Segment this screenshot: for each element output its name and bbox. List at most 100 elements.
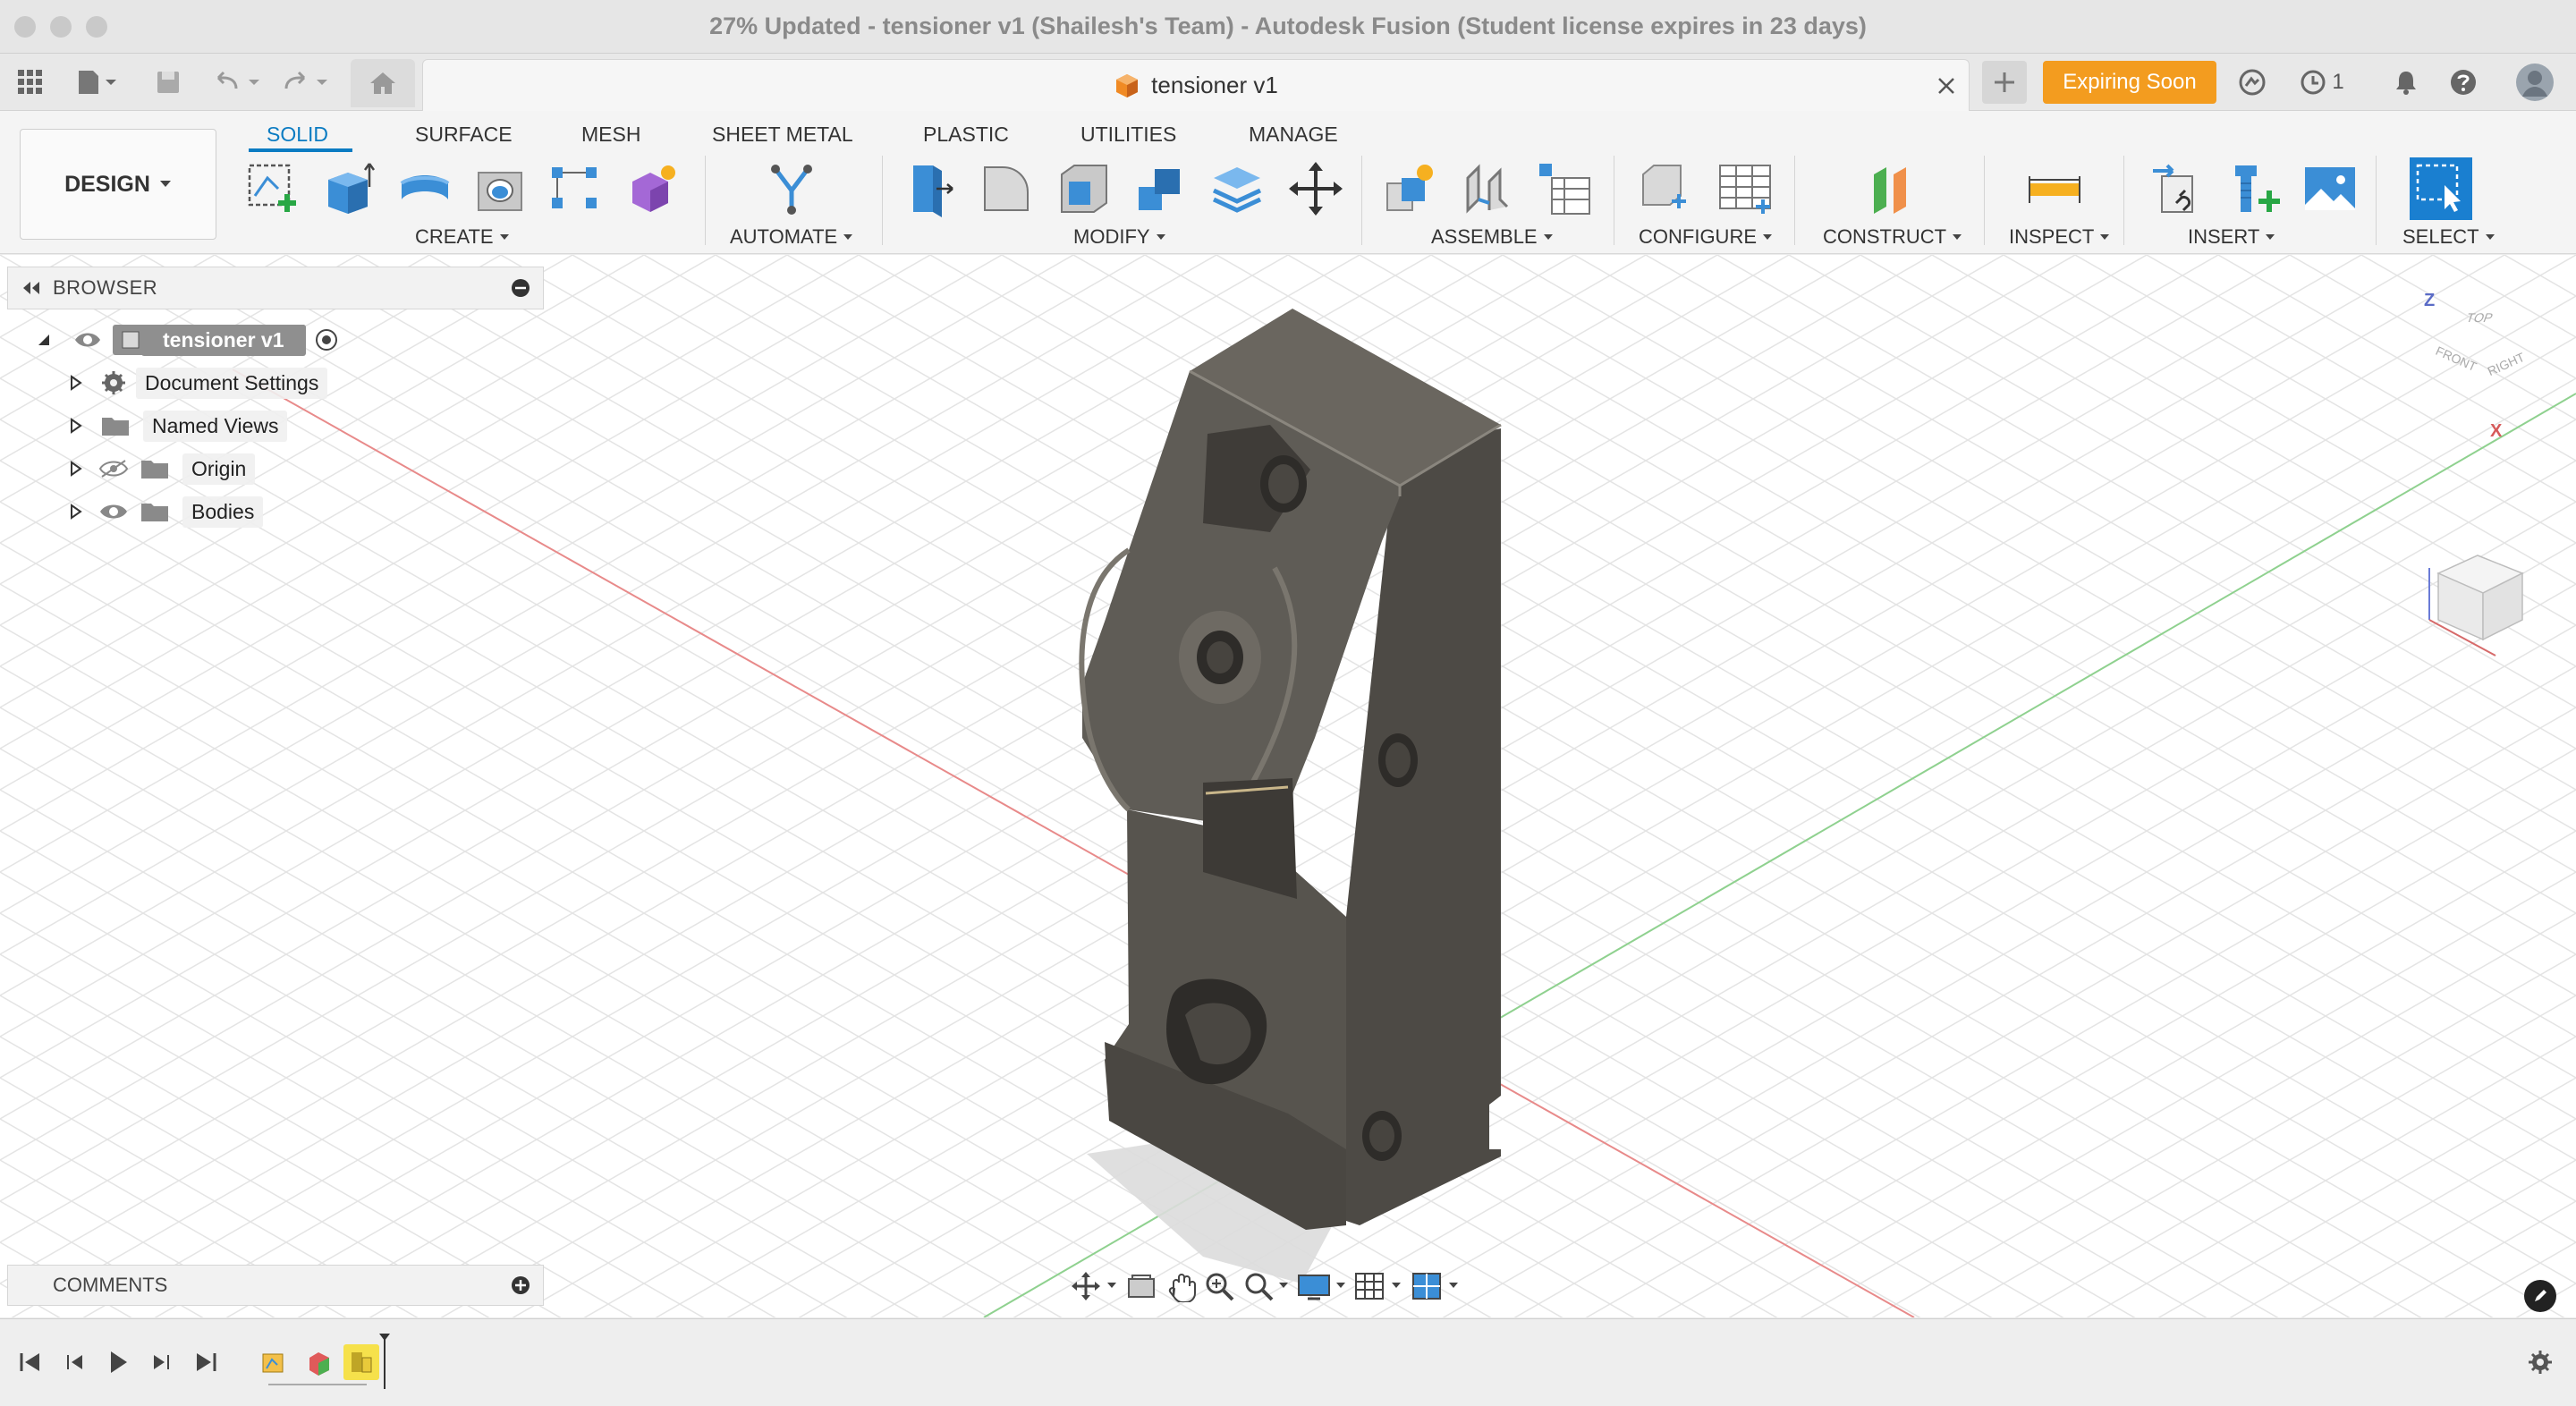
document-tab[interactable]: tensioner v1 — [422, 59, 1970, 111]
offset-face-icon[interactable] — [1206, 157, 1268, 220]
document-tab-label: tensioner v1 — [1151, 72, 1278, 98]
inspect-group-label[interactable]: INSPECT — [2009, 224, 2110, 250]
help-icon[interactable] — [2444, 63, 2483, 102]
browser-item-document-settings[interactable]: Document Settings — [68, 365, 328, 401]
tab-solid[interactable]: SOLID — [267, 116, 328, 152]
tab-utilities[interactable]: UTILITIES — [1080, 116, 1176, 152]
expand-triangle-icon[interactable] — [68, 375, 84, 391]
file-menu-icon[interactable] — [72, 63, 125, 102]
feedback-icon[interactable] — [2524, 1280, 2556, 1312]
timeline-last-icon[interactable] — [188, 1344, 224, 1380]
new-tab-plus-icon[interactable] — [1982, 61, 2027, 104]
automate-group-label[interactable]: AUTOMATE — [730, 224, 853, 250]
expanded-triangle-icon[interactable] — [36, 332, 52, 348]
timeline-settings-gear-icon[interactable] — [2522, 1344, 2558, 1380]
timeline-feature-current-icon[interactable] — [343, 1344, 379, 1380]
grid-settings-icon[interactable] — [1352, 1270, 1406, 1302]
redo-icon[interactable] — [279, 63, 333, 102]
zoom-icon[interactable] — [1202, 1270, 1238, 1302]
pan-hand-icon[interactable] — [1163, 1270, 1199, 1302]
assemble-group-label[interactable]: ASSEMBLE — [1431, 224, 1554, 250]
view-cube-top-face[interactable]: TOP — [2464, 310, 2495, 325]
expand-triangle-icon[interactable] — [68, 504, 84, 520]
timeline-feature-extrude-icon[interactable] — [304, 1344, 335, 1380]
canvas-image-icon[interactable] — [2299, 157, 2361, 220]
timeline-marker[interactable] — [379, 1334, 390, 1389]
extrude-icon[interactable] — [317, 157, 379, 220]
insert-group-label[interactable]: INSERT — [2188, 224, 2275, 250]
fillet-icon[interactable] — [975, 157, 1038, 220]
browser-options-icon[interactable] — [511, 278, 530, 298]
configuration-table-icon[interactable] — [1714, 157, 1776, 220]
configure-design-icon[interactable] — [1633, 157, 1696, 220]
move-copy-icon[interactable] — [1284, 157, 1347, 220]
look-at-icon[interactable] — [1123, 1270, 1159, 1302]
joint-icon[interactable] — [1456, 157, 1519, 220]
select-group-label[interactable]: SELECT — [2402, 224, 2496, 250]
construct-group-label[interactable]: CONSTRUCT — [1823, 224, 1962, 250]
create-form-icon[interactable] — [621, 157, 683, 220]
tab-sheet-metal[interactable]: SHEET METAL — [712, 116, 853, 152]
hole-icon[interactable] — [469, 157, 531, 220]
insert-derive-icon[interactable] — [2147, 157, 2209, 220]
workspace-switcher[interactable]: DESIGN — [20, 129, 216, 240]
tab-plastic[interactable]: PLASTIC — [923, 116, 1009, 152]
orbit-icon[interactable] — [1070, 1270, 1120, 1302]
expand-triangle-icon[interactable] — [68, 461, 84, 477]
extensions-icon[interactable] — [2233, 63, 2272, 102]
canvas-viewport[interactable]: Z X TOP FRONT RIGHT — [0, 255, 2576, 1317]
browser-item-bodies[interactable]: Bodies — [68, 494, 264, 529]
automate-icon[interactable] — [760, 157, 823, 220]
timeline-first-icon[interactable] — [13, 1344, 48, 1380]
expand-triangle-icon[interactable] — [68, 418, 84, 434]
browser-item-named-views[interactable]: Named Views — [68, 408, 288, 444]
modify-group-label[interactable]: MODIFY — [1073, 224, 1166, 250]
offset-plane-icon[interactable] — [1860, 157, 1923, 220]
browser-root-node[interactable]: tensioner v1 — [36, 322, 338, 358]
create-group-label[interactable]: CREATE — [415, 224, 510, 250]
display-settings-icon[interactable] — [1295, 1270, 1349, 1302]
close-window-button[interactable] — [14, 16, 36, 38]
shell-icon[interactable] — [1052, 157, 1114, 220]
activate-radio-icon[interactable] — [315, 328, 338, 352]
collapse-panel-icon[interactable] — [21, 281, 42, 295]
data-panel-grid-icon[interactable] — [13, 63, 48, 102]
timeline-feature-sketch-icon[interactable] — [259, 1344, 290, 1380]
new-component-icon[interactable] — [1377, 157, 1440, 220]
user-avatar[interactable] — [2512, 63, 2558, 102]
tab-mesh[interactable]: MESH — [581, 116, 640, 152]
home-tab-icon[interactable] — [351, 59, 415, 107]
comments-panel-header[interactable]: COMMENTS — [7, 1265, 544, 1306]
bill-of-materials-icon[interactable] — [1533, 157, 1596, 220]
group-separator — [2376, 156, 2377, 245]
add-comment-icon[interactable] — [511, 1275, 530, 1295]
job-status-button[interactable]: 1 — [2290, 63, 2354, 102]
timeline-previous-icon[interactable] — [57, 1344, 93, 1380]
combine-icon[interactable] — [1129, 157, 1191, 220]
visibility-eye-icon[interactable] — [73, 331, 102, 349]
zoom-window-button[interactable] — [86, 16, 107, 38]
tab-manage[interactable]: MANAGE — [1249, 116, 1338, 152]
browser-item-origin[interactable]: Origin — [68, 451, 256, 487]
expiring-soon-button[interactable]: Expiring Soon — [2043, 61, 2216, 104]
viewports-icon[interactable] — [1410, 1270, 1463, 1302]
minimize-window-button[interactable] — [50, 16, 72, 38]
save-icon[interactable] — [150, 63, 186, 102]
undo-icon[interactable] — [211, 63, 265, 102]
timeline-play-icon[interactable] — [100, 1344, 136, 1380]
visibility-eye-icon[interactable] — [98, 502, 129, 521]
timeline-next-icon[interactable] — [143, 1344, 179, 1380]
notifications-bell-icon[interactable] — [2386, 63, 2426, 102]
close-tab-icon[interactable] — [1936, 76, 1956, 96]
press-pull-icon[interactable] — [898, 157, 961, 220]
hidden-eye-icon[interactable] — [98, 459, 129, 479]
fit-view-icon[interactable] — [1241, 1270, 1292, 1302]
create-sketch-icon[interactable] — [242, 157, 304, 220]
tab-surface[interactable]: SURFACE — [415, 116, 513, 152]
revolve-icon[interactable] — [394, 157, 456, 220]
pattern-icon[interactable] — [544, 157, 606, 220]
insert-mcmaster-icon[interactable] — [2224, 157, 2286, 220]
configure-group-label[interactable]: CONFIGURE — [1639, 224, 1773, 250]
measure-icon[interactable] — [2023, 157, 2086, 220]
select-icon[interactable] — [2410, 157, 2472, 220]
